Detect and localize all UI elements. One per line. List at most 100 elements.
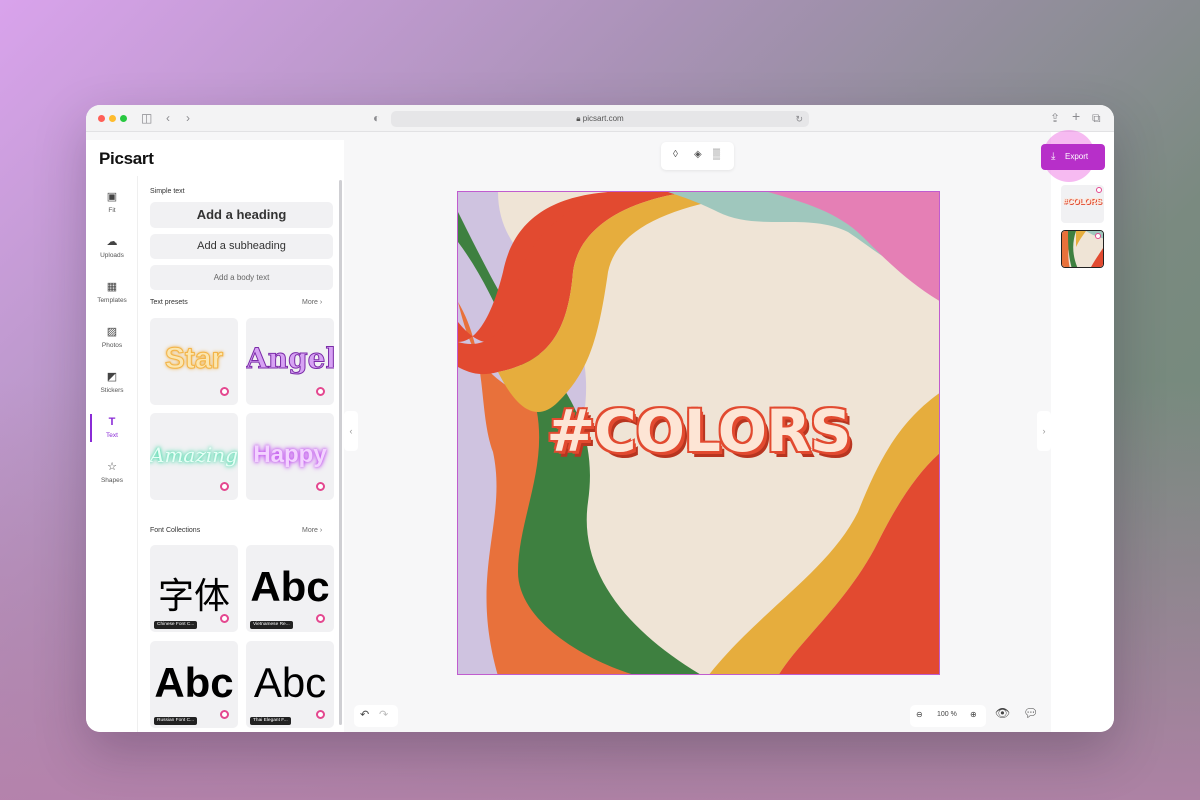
preset-preview: Amazing	[150, 443, 238, 467]
premium-badge-icon	[220, 614, 229, 623]
rail-item-text[interactable]: T Text	[86, 411, 138, 451]
font-sample: Abc	[250, 563, 330, 610]
upload-cloud-icon: ☁	[106, 236, 118, 248]
layer-thumb-text[interactable]: #COLORS	[1061, 185, 1104, 223]
share-icon[interactable]: ⇪	[1050, 111, 1060, 125]
font-tile-russian[interactable]: Abc Russian Font C...	[150, 641, 238, 728]
collapse-right-panel-button[interactable]: ›	[1037, 411, 1051, 451]
font-caption: Thai Elegant F...	[250, 717, 291, 725]
text-panel: Simple text Add a heading Add a subheadi…	[138, 176, 344, 732]
canvas-toolbar: ◊ ◈ ▒	[661, 142, 734, 170]
tool-rail: ▣ Fit ☁ Uploads ▦ Templates ▨ Photos ◩ S…	[86, 176, 138, 732]
sidebar-toggle-icon[interactable]: ◫	[141, 111, 152, 125]
thumb-text-preview: #COLORS	[1063, 197, 1102, 206]
chevron-right-icon: ›	[319, 299, 323, 306]
zoom-value[interactable]: 100 %	[937, 711, 957, 718]
zoom-out-icon[interactable]: ⊖	[916, 710, 923, 719]
app-logo[interactable]: Picsart	[86, 140, 344, 176]
font-sample: Abc	[154, 659, 234, 706]
rail-item-fit[interactable]: ▣ Fit	[86, 186, 138, 226]
design-canvas[interactable]: #COLORS	[457, 191, 940, 675]
preset-tile-happy[interactable]: Happy	[246, 413, 334, 500]
opacity-icon[interactable]: ◈	[694, 149, 702, 160]
forward-icon[interactable]: ›	[186, 111, 190, 125]
photos-icon: ▨	[106, 326, 118, 338]
stickers-icon: ◩	[106, 371, 118, 383]
new-tab-icon[interactable]: +	[1072, 109, 1080, 123]
address-bar[interactable]: 🔒︎ picsart.com ↻	[391, 111, 809, 127]
minimize-window-button[interactable]	[109, 115, 116, 122]
templates-icon: ▦	[106, 281, 118, 293]
premium-badge-icon	[316, 614, 325, 623]
premium-badge-icon	[1095, 233, 1101, 239]
rail-label: Text	[106, 432, 118, 439]
font-tile-vietnamese[interactable]: Abc Vietnamese Re...	[246, 545, 334, 632]
rail-label: Shapes	[100, 477, 124, 484]
tab-overview-icon[interactable]: ⧉	[1092, 111, 1101, 125]
premium-badge-icon	[316, 387, 325, 396]
premium-badge-icon	[220, 482, 229, 491]
preset-tile-amazing[interactable]: Amazing	[150, 413, 238, 500]
font-caption: Russian Font C...	[154, 717, 198, 725]
premium-badge-icon	[220, 710, 229, 719]
rail-item-uploads[interactable]: ☁ Uploads	[86, 231, 138, 271]
panel-scrollbar[interactable]	[339, 180, 342, 725]
font-tile-thai[interactable]: Abc Thai Elegant F...	[246, 641, 334, 728]
premium-badge-icon	[316, 710, 325, 719]
zoom-controls: ⊖ 100 % ⊕	[910, 705, 986, 727]
rail-item-templates[interactable]: ▦ Templates	[86, 276, 138, 316]
collapse-left-panel-button[interactable]: ‹	[344, 411, 358, 451]
preset-preview: Star	[164, 342, 224, 376]
presets-more-link[interactable]: More ›	[302, 299, 322, 306]
history-controls: ↶ ↷	[354, 705, 398, 727]
preset-preview: Happy	[253, 441, 327, 468]
chevron-right-icon: ›	[319, 527, 323, 534]
star-icon: ☆	[107, 461, 117, 473]
close-window-button[interactable]	[98, 115, 105, 122]
color-drop-icon[interactable]: ◊	[673, 149, 678, 160]
more-label: More	[302, 299, 318, 306]
text-presets-label: Text presets	[150, 299, 188, 306]
font-tile-chinese[interactable]: 字体 Chinese Font C...	[150, 545, 238, 632]
export-button[interactable]: ⤓ Export	[1041, 144, 1105, 170]
font-sample: Abc	[253, 659, 327, 706]
browser-window: ◫ ‹ › ◐ 🔒︎ picsart.com ↻ ⇪ + ⧉ Picsart ▣…	[86, 105, 1114, 732]
rail-label: Uploads	[100, 252, 124, 259]
rail-item-stickers[interactable]: ◩ Stickers	[86, 366, 138, 406]
premium-badge-icon	[1096, 187, 1102, 193]
preset-preview: Angel	[246, 342, 334, 376]
export-label: Export	[1065, 152, 1089, 161]
fonts-more-link[interactable]: More ›	[302, 527, 322, 534]
redo-icon[interactable]: ↷	[379, 708, 388, 721]
rail-label: Fit	[108, 207, 116, 214]
premium-badge-icon	[316, 482, 325, 491]
rail-item-shapes[interactable]: ☆ Shapes	[86, 456, 138, 496]
zoom-in-icon[interactable]: ⊕	[970, 710, 977, 719]
preset-tile-star[interactable]: Star	[150, 318, 238, 405]
add-subheading-button[interactable]: Add a subheading	[150, 234, 333, 259]
add-heading-button[interactable]: Add a heading	[150, 202, 333, 228]
shield-icon[interactable]: ◐	[373, 111, 380, 125]
maximize-window-button[interactable]	[120, 115, 127, 122]
simple-text-label: Simple text	[150, 188, 185, 195]
pattern-icon[interactable]: ▒	[713, 149, 720, 160]
reload-icon[interactable]: ↻	[795, 111, 803, 127]
back-icon[interactable]: ‹	[166, 111, 170, 125]
font-sample: 字体	[157, 575, 230, 616]
preset-tile-angel[interactable]: Angel	[246, 318, 334, 405]
font-collections-label: Font Collections	[150, 527, 201, 534]
rail-item-photos[interactable]: ▨ Photos	[86, 321, 138, 361]
add-body-text-button[interactable]: Add a body text	[150, 265, 333, 290]
layer-thumb-background[interactable]	[1061, 230, 1104, 268]
font-caption: Vietnamese Re...	[250, 621, 293, 629]
undo-icon[interactable]: ↶	[360, 708, 369, 721]
preview-eye-icon[interactable]: 👁︎	[995, 706, 1010, 720]
canvas-title-text[interactable]: #COLORS	[458, 397, 939, 465]
rail-label: Photos	[101, 342, 123, 349]
fit-icon: ▣	[106, 191, 118, 203]
comments-icon[interactable]: 💬︎	[1023, 706, 1038, 720]
premium-badge-icon	[220, 387, 229, 396]
rail-label: Templates	[97, 297, 127, 304]
browser-toolbar: ◫ ‹ › ◐ 🔒︎ picsart.com ↻ ⇪ + ⧉	[86, 105, 1114, 132]
more-label: More	[302, 527, 318, 534]
